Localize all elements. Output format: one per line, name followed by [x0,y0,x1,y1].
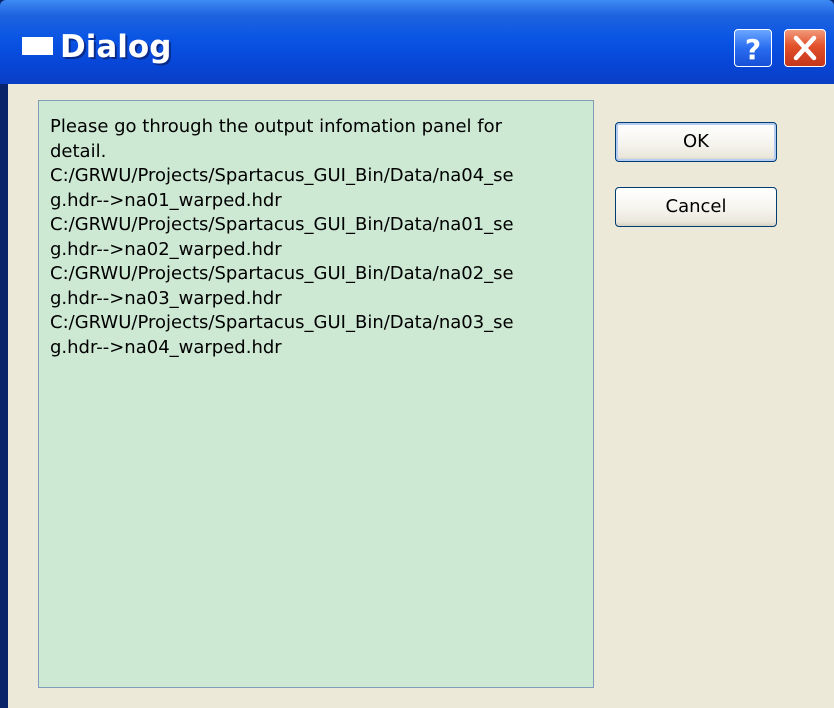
message-line: detail. [50,140,107,162]
message-text-panel[interactable]: Please go through the output infomation … [38,100,594,688]
cancel-button[interactable]: Cancel [615,187,777,227]
message-line: g.hdr-->na03_warped.hdr [50,287,282,309]
svg-text:?: ? [745,33,761,66]
question-mark-icon: ? [745,33,761,66]
message-line: g.hdr-->na02_warped.hdr [50,238,282,260]
window-title: Dialog [60,29,172,65]
dialog-window: Dialog ? Please go through the output in… [0,0,834,708]
message-line: C:/GRWU/Projects/Spartacus_GUI_Bin/Data/… [50,165,514,186]
message-line: C:/GRWU/Projects/Spartacus_GUI_Bin/Data/… [50,214,514,235]
window-icon [22,37,53,55]
help-button[interactable]: ? [734,29,772,67]
message-line: g.hdr-->na01_warped.hdr [50,189,282,211]
close-x-icon [793,35,817,61]
dialog-client-area: Please go through the output infomation … [8,84,834,708]
title-bar[interactable]: Dialog ? [0,0,834,84]
message-line: Please go through the output infomation … [50,116,503,137]
ok-button[interactable]: OK [615,122,777,162]
message-line: g.hdr-->na04_warped.hdr [50,336,282,358]
message-line: C:/GRWU/Projects/Spartacus_GUI_Bin/Data/… [50,312,514,333]
message-line: C:/GRWU/Projects/Spartacus_GUI_Bin/Data/… [50,263,514,284]
close-button[interactable] [784,29,826,67]
